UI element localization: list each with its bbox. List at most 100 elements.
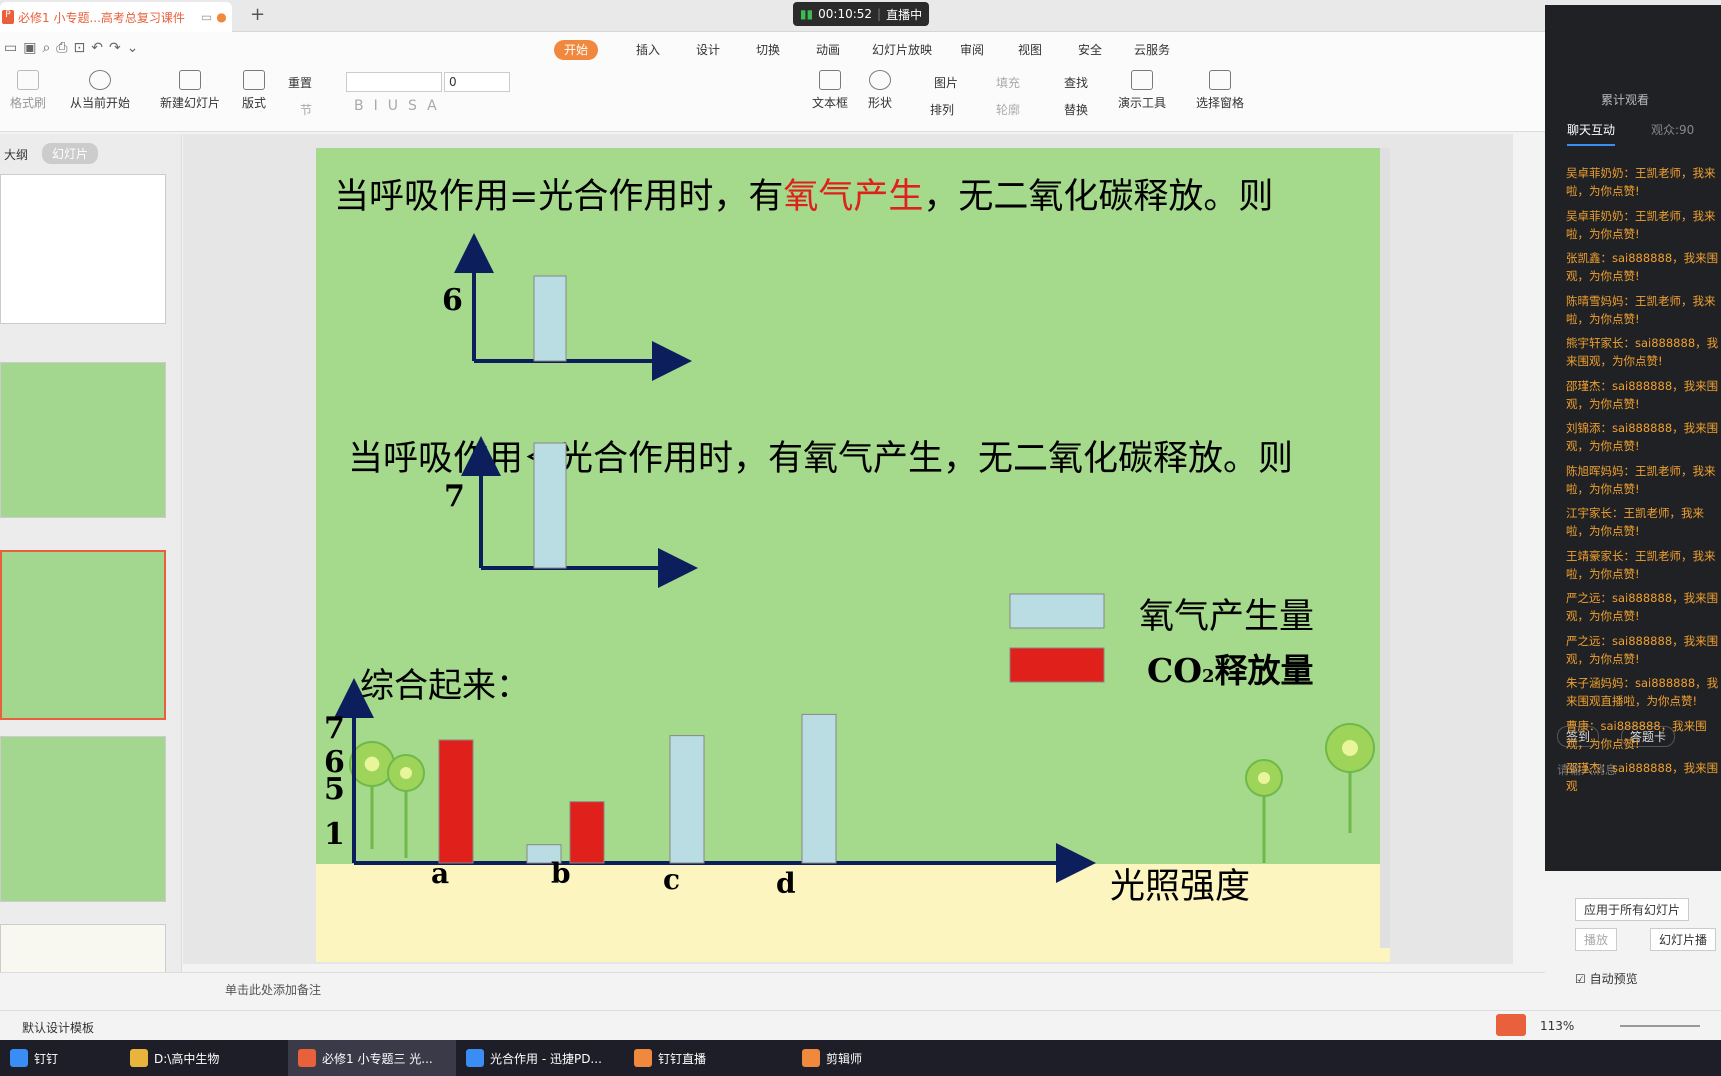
y-tick-label: 7 [324,711,345,746]
auto-preview-checkbox[interactable]: ☑ 自动预览 [1575,970,1638,987]
layout-button[interactable]: 版式 [242,70,266,111]
app-icon [10,1049,28,1067]
font-name-select[interactable] [346,72,442,92]
chat-message: 朱子涵妈妈：sai888888，我来围观直播啦，为你点赞! [1566,676,1719,708]
menu-tab[interactable]: 视图 [1008,40,1052,60]
slideshow-button[interactable] [1496,1014,1526,1036]
app-icon [298,1049,316,1067]
menu-tab[interactable]: 插入 [626,40,670,60]
y-tick-label: 5 [324,772,345,807]
notes-placeholder[interactable]: 单击此处添加备注 [225,981,321,998]
vertical-scrollbar[interactable] [1380,148,1390,948]
x-tick-label: c [663,863,680,896]
menu-tab[interactable]: 切换 [746,40,790,60]
chat-message: 吴卓菲奶奶：王凯老师，我来啦，为你点赞! [1566,166,1716,198]
notes-bar: 单击此处添加备注 [0,972,1545,1004]
slide-thumbnail[interactable] [0,362,166,518]
section-button[interactable]: 节 [300,101,312,118]
tab-outline[interactable]: 大纲 [4,146,28,163]
chat-message: 陈晴雪妈妈：王凯老师，我来啦，为你点赞! [1566,293,1716,326]
menu-tab[interactable]: 审阅 [950,40,994,60]
flower-decorations [349,723,1375,863]
slide-charts: 6 7 a b c d7651 [324,233,1375,900]
signal-icon: ▮▮ [799,7,814,21]
taskbar-item[interactable]: 必修1 小专题三 光... [288,1040,456,1076]
taskbar-item[interactable]: D:\高中生物 [120,1040,288,1076]
o2-bar [533,442,567,569]
app-icon [802,1049,820,1067]
slide-play-button[interactable]: 幻灯片播 [1650,928,1717,951]
tab-viewers[interactable]: 观众:90 [1651,121,1694,138]
co2-bar [438,739,474,864]
play-from-current-button[interactable]: 从当前开始 [70,70,130,111]
menu-tab[interactable]: 幻灯片放映 [862,40,942,60]
slide-thumbnail-selected[interactable] [0,550,166,720]
text-box-button[interactable]: 文本框 [812,70,848,111]
x-tick-label: d [776,867,796,900]
shape-icon [869,70,891,90]
replace-button[interactable]: 替换 [1064,101,1088,118]
find-button[interactable]: 查找 [1064,74,1088,91]
shape-button[interactable]: 形状 [868,70,892,111]
chat-message: 曹康：sai888888，我来围观，为你点赞! [1566,718,1707,751]
app-icon [466,1049,484,1067]
x-tick-label: b [551,857,571,890]
document-tab[interactable]: P 必修1 小专题...高考总复习课件 ▭ ● [0,2,232,32]
taskbar-item[interactable]: 钉钉 [0,1040,120,1076]
fill-button[interactable]: 填充 [996,74,1020,91]
quick-access-icons[interactable]: ▭▣⌕⎙⊡↶↷⌄ [4,40,144,56]
y-tick-label: 7 [444,479,465,514]
outline-button[interactable]: 轮廓 [996,101,1020,118]
new-slide-button[interactable]: 新建幻灯片 [160,70,220,111]
presenter-icon [1131,70,1153,90]
tab-slides[interactable]: 幻灯片 [42,143,99,164]
taskbar-item[interactable]: 剪辑师 [792,1040,960,1076]
selection-pane-icon [1209,70,1231,90]
app-icon [634,1049,652,1067]
live-status: 直播中 [886,7,923,22]
font-style-icons[interactable]: BIUSA [354,98,447,114]
slide[interactable]: 当呼吸作用=光合作用时，有氧气产生，无二氧化碳释放。则 当呼吸作用＜光合作用时，… [316,148,1390,962]
font-size-select[interactable]: 0 [444,72,510,92]
o2-bar [533,275,567,362]
selection-pane-button[interactable]: 选择窗格 [1196,70,1244,111]
menu-tab[interactable]: 动画 [806,40,850,60]
zoom-level[interactable]: 113% [1540,1019,1574,1033]
menu-tab[interactable]: 设计 [686,40,730,60]
new-slide-icon [179,70,201,90]
flower-center [400,767,412,779]
arrange-button[interactable]: 排列 [930,101,954,118]
taskbar: 钉钉 D:\高中生物 必修1 小专题三 光... 光合作用 - 迅捷PD... 钉钉直播… [0,1040,1721,1076]
presenter-tools-button[interactable]: 演示工具 [1118,70,1166,111]
menu-tab[interactable]: 开始 [554,40,599,60]
x-tick-label: a [431,857,449,890]
apply-all-button[interactable]: 应用于所有幻灯片 [1575,898,1690,921]
taskbar-item-label: D:\高中生物 [154,1051,220,1066]
chat-message: 张凯鑫：sai888888，我来围观，为你点赞! [1566,251,1719,283]
play-button[interactable]: 播放 [1575,928,1618,951]
taskbar-item[interactable]: 钉钉直播 [624,1040,792,1076]
menu-tab[interactable]: 安全 [1068,40,1112,60]
status-bar: 默认设计模板 113% [0,1010,1721,1040]
taskbar-item[interactable]: 光合作用 - 迅捷PD... [456,1040,624,1076]
menu-tab[interactable]: 云服务 [1124,40,1180,60]
play-icon [89,70,111,90]
chat-message: 严之远：sai888888，我来围观，为你点赞! [1566,591,1719,623]
zoom-slider[interactable] [1620,1025,1700,1027]
tab-window-icon[interactable]: ▭ [201,10,212,24]
chat-message: 严之远：sai888888，我来围观，为你点赞! [1566,633,1719,666]
text-box-icon [819,70,841,90]
picture-button[interactable]: 图片 [934,74,958,91]
taskbar-item-label: 剪辑师 [826,1051,863,1066]
slide-thumbnail[interactable] [0,174,166,324]
unsaved-dot-icon: ● [216,10,227,24]
reset-button[interactable]: 重置 [288,74,312,91]
new-tab-button[interactable]: + [250,4,265,25]
tab-chat[interactable]: 聊天互动 [1567,121,1616,146]
chat-message: 刘锦添：sai888888，我来围观，为你点赞! [1566,421,1719,453]
format-painter-button[interactable]: 格式刷 [10,70,46,111]
y-tick-label: 1 [324,817,345,852]
slide-thumbnail[interactable] [0,736,166,902]
live-recording-indicator: ▮▮ 00:10:52 | 直播中 [793,2,929,26]
taskbar-item-label: 钉钉直播 [658,1051,707,1066]
